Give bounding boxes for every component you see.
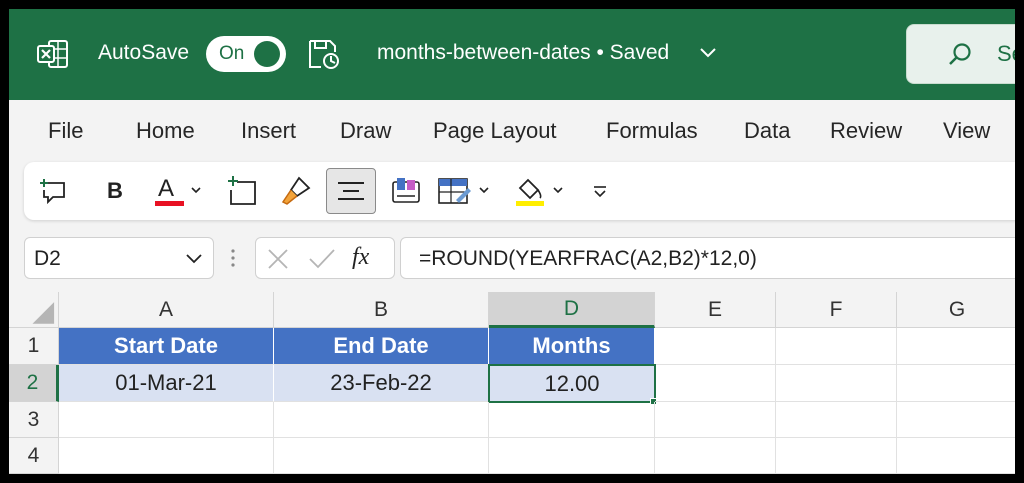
row-header-3[interactable]: 3 bbox=[9, 402, 59, 438]
format-painter-icon bbox=[281, 176, 311, 205]
new-comment-button[interactable] bbox=[36, 174, 70, 208]
search-icon bbox=[949, 43, 971, 65]
cell-b4[interactable] bbox=[274, 438, 489, 474]
row-header-4[interactable]: 4 bbox=[9, 438, 59, 474]
cell-e1[interactable] bbox=[655, 328, 776, 365]
tab-data[interactable]: Data bbox=[744, 118, 790, 144]
column-header-g[interactable]: G bbox=[897, 292, 1015, 328]
insert-cells-icon bbox=[228, 176, 256, 205]
select-all-icon[interactable] bbox=[9, 292, 59, 328]
insert-cells-button[interactable] bbox=[224, 174, 260, 208]
tab-formulas[interactable]: Formulas bbox=[606, 118, 698, 144]
cell-a4[interactable] bbox=[59, 438, 274, 474]
formula-input[interactable]: =ROUND(YEARFRAC(A2,B2)*12,0) bbox=[400, 237, 1015, 279]
cell-b2[interactable]: 23-Feb-22 bbox=[274, 365, 489, 402]
cell-d3[interactable] bbox=[489, 402, 655, 438]
cell-e4[interactable] bbox=[655, 438, 776, 474]
formula-actions: fx bbox=[255, 237, 395, 279]
autosave-toggle[interactable]: On bbox=[206, 36, 286, 72]
cell-a2[interactable]: 01-Mar-21 bbox=[59, 365, 274, 402]
ribbon-tabs: File Home Insert Draw Page Layout Formul… bbox=[9, 100, 1015, 162]
cell-f1[interactable] bbox=[776, 328, 897, 365]
fill-color-icon bbox=[516, 178, 563, 206]
more-options-button[interactable] bbox=[588, 174, 612, 208]
cell-e2[interactable] bbox=[655, 365, 776, 402]
chevron-down-icon[interactable] bbox=[699, 46, 717, 60]
column-header-b[interactable]: B bbox=[274, 292, 489, 328]
formula-text: =ROUND(YEARFRAC(A2,B2)*12,0) bbox=[419, 247, 757, 270]
cell-e3[interactable] bbox=[655, 402, 776, 438]
row-header-2[interactable]: 2 bbox=[9, 365, 59, 402]
tab-view[interactable]: View bbox=[943, 118, 990, 144]
column-header-e[interactable]: E bbox=[655, 292, 776, 328]
tab-page-layout[interactable]: Page Layout bbox=[433, 118, 557, 144]
cell-f3[interactable] bbox=[776, 402, 897, 438]
fill-color-button[interactable] bbox=[512, 174, 568, 208]
autosave-state: On bbox=[219, 43, 245, 64]
cell-d4[interactable] bbox=[489, 438, 655, 474]
tab-file[interactable]: File bbox=[48, 118, 83, 144]
format-table-button[interactable] bbox=[436, 174, 492, 208]
cell-f4[interactable] bbox=[776, 438, 897, 474]
align-center-icon bbox=[338, 182, 364, 200]
tab-insert[interactable]: Insert bbox=[241, 118, 296, 144]
tab-draw[interactable]: Draw bbox=[340, 118, 391, 144]
cell-d2[interactable]: 12.00 bbox=[488, 364, 656, 403]
cell-b3[interactable] bbox=[274, 402, 489, 438]
insights-icon bbox=[392, 178, 420, 203]
document-title[interactable]: months-between-dates • Saved bbox=[377, 41, 669, 65]
column-header-f[interactable]: F bbox=[776, 292, 897, 328]
confirm-icon[interactable] bbox=[308, 247, 336, 271]
drag-handle-icon[interactable] bbox=[230, 247, 236, 269]
cell-g1[interactable] bbox=[897, 328, 1015, 365]
align-center-button[interactable] bbox=[326, 168, 376, 214]
cell-a3[interactable] bbox=[59, 402, 274, 438]
cell-g4[interactable] bbox=[897, 438, 1015, 474]
column-header-a[interactable]: A bbox=[59, 292, 274, 328]
search-box[interactable]: Se bbox=[906, 24, 1015, 84]
formula-bar: D2 fx =ROUND(YEARFRAC(A2,B2)*12,0) bbox=[9, 233, 1015, 283]
cell-f2[interactable] bbox=[776, 365, 897, 402]
format-painter-button[interactable] bbox=[278, 174, 314, 208]
autosave-label: AutoSave bbox=[98, 41, 190, 64]
insert-function-button[interactable]: fx bbox=[352, 244, 369, 271]
worksheet-grid: A B D E F G 1 2 3 4 Start Date End Date … bbox=[9, 292, 1015, 474]
toggle-knob bbox=[254, 41, 280, 67]
svg-text:A: A bbox=[158, 175, 174, 202]
save-sync-icon[interactable] bbox=[307, 38, 341, 70]
format-table-icon bbox=[438, 178, 489, 204]
insights-button[interactable] bbox=[388, 174, 424, 208]
font-color-button[interactable]: A bbox=[152, 174, 204, 208]
name-box[interactable]: D2 bbox=[24, 237, 214, 279]
cell-a1[interactable]: Start Date bbox=[59, 328, 274, 365]
name-box-value: D2 bbox=[34, 247, 61, 270]
column-headers: A B D E F G bbox=[9, 292, 1015, 328]
title-bar: AutoSave On months-between-dates • Saved… bbox=[9, 9, 1015, 100]
row-header-1[interactable]: 1 bbox=[9, 328, 59, 365]
excel-window: AutoSave On months-between-dates • Saved… bbox=[9, 9, 1015, 474]
tab-review[interactable]: Review bbox=[830, 118, 902, 144]
tab-home[interactable]: Home bbox=[136, 118, 195, 144]
chevron-down-icon[interactable] bbox=[185, 252, 203, 266]
new-comment-icon bbox=[40, 179, 65, 205]
bold-button[interactable]: B bbox=[100, 174, 130, 208]
overflow-chevron-icon bbox=[594, 186, 606, 198]
cell-g2[interactable] bbox=[897, 365, 1015, 402]
excel-logo-icon bbox=[37, 40, 68, 68]
cancel-icon[interactable] bbox=[266, 247, 290, 271]
cell-g3[interactable] bbox=[897, 402, 1015, 438]
cell-d1[interactable]: Months bbox=[489, 328, 655, 365]
font-color-icon: A bbox=[155, 175, 201, 206]
quick-toolbar: B A bbox=[24, 162, 1015, 220]
cell-b1[interactable]: End Date bbox=[274, 328, 489, 365]
column-header-d[interactable]: D bbox=[489, 292, 655, 328]
search-placeholder: Se bbox=[997, 41, 1015, 66]
